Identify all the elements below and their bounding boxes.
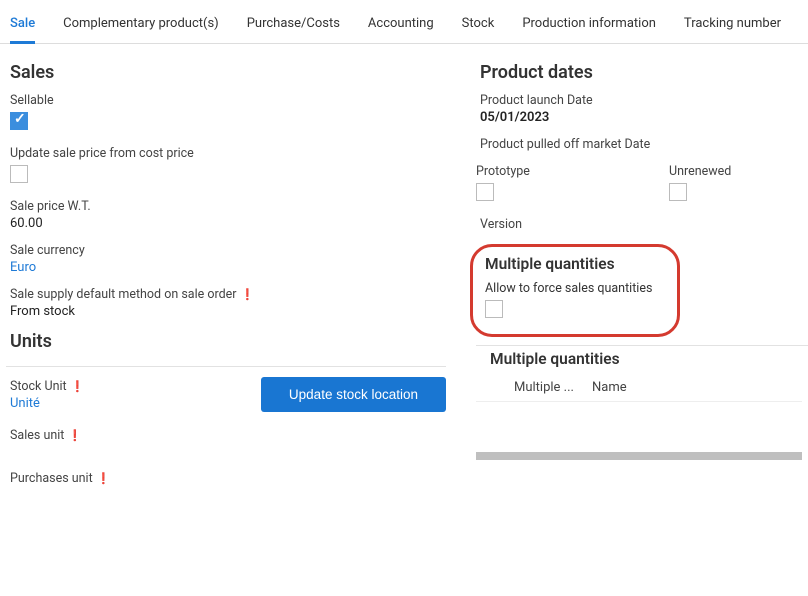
prototype-checkbox[interactable] — [476, 183, 494, 201]
unrenewed-label: Unrenewed — [669, 164, 802, 179]
prototype-label: Prototype — [476, 164, 609, 179]
sale-currency-label: Sale currency — [10, 243, 446, 258]
supply-method-label: Sale supply default method on sale order… — [10, 287, 446, 302]
tab-sale[interactable]: Sale — [10, 12, 35, 44]
tab-accounting[interactable]: Accounting — [368, 12, 434, 43]
sales-section-title: Sales — [6, 62, 446, 83]
purchases-unit-label: Purchases unit ❗ — [10, 471, 446, 486]
tab-complementary[interactable]: Complementary product(s) — [63, 12, 219, 43]
launch-date-label: Product launch Date — [480, 93, 802, 108]
tab-production[interactable]: Production information — [522, 12, 656, 43]
supply-method-value: From stock — [10, 304, 446, 319]
stock-unit-value[interactable]: Unité — [10, 396, 84, 411]
launch-date-value: 05/01/2023 — [480, 110, 802, 125]
product-dates-title: Product dates — [476, 62, 802, 83]
sale-price-label: Sale price W.T. — [10, 199, 446, 214]
tab-bar: Sale Complementary product(s) Purchase/C… — [0, 0, 808, 44]
callout-title: Multiple quantities — [485, 255, 665, 273]
horizontal-scrollbar[interactable] — [476, 452, 802, 460]
info-icon[interactable]: ❗ — [97, 472, 111, 485]
info-icon[interactable]: ❗ — [68, 429, 82, 442]
sale-price-value: 60.00 — [10, 216, 446, 231]
force-sales-quantities-checkbox[interactable] — [485, 300, 503, 318]
multiple-quantities-table-title: Multiple quantities — [490, 350, 802, 368]
tab-tracking[interactable]: Tracking number — [684, 12, 781, 43]
pulled-date-label: Product pulled off market Date — [480, 137, 802, 152]
update-cost-checkbox[interactable] — [10, 165, 28, 183]
tab-purchase[interactable]: Purchase/Costs — [247, 12, 340, 43]
update-cost-label: Update sale price from cost price — [10, 146, 446, 161]
col-name[interactable]: Name — [592, 380, 627, 395]
col-multiple[interactable]: Multiple ... — [514, 380, 574, 395]
table-header: Multiple ... Name — [476, 374, 802, 402]
version-label: Version — [480, 217, 802, 232]
info-icon[interactable]: ❗ — [71, 380, 85, 393]
sellable-label: Sellable — [10, 93, 446, 108]
sellable-checkbox[interactable] — [10, 112, 28, 130]
units-section-title: Units — [6, 331, 446, 352]
stock-unit-label: Stock Unit ❗ — [10, 379, 84, 394]
callout-text: Allow to force sales quantities — [485, 281, 665, 296]
multiple-quantities-callout: Multiple quantities Allow to force sales… — [470, 244, 680, 337]
sale-currency-value[interactable]: Euro — [10, 260, 446, 275]
info-icon[interactable]: ❗ — [241, 288, 255, 301]
sales-unit-label: Sales unit ❗ — [10, 428, 446, 443]
tab-stock[interactable]: Stock — [462, 12, 495, 43]
unrenewed-checkbox[interactable] — [669, 183, 687, 201]
update-stock-location-button[interactable]: Update stock location — [261, 377, 446, 412]
